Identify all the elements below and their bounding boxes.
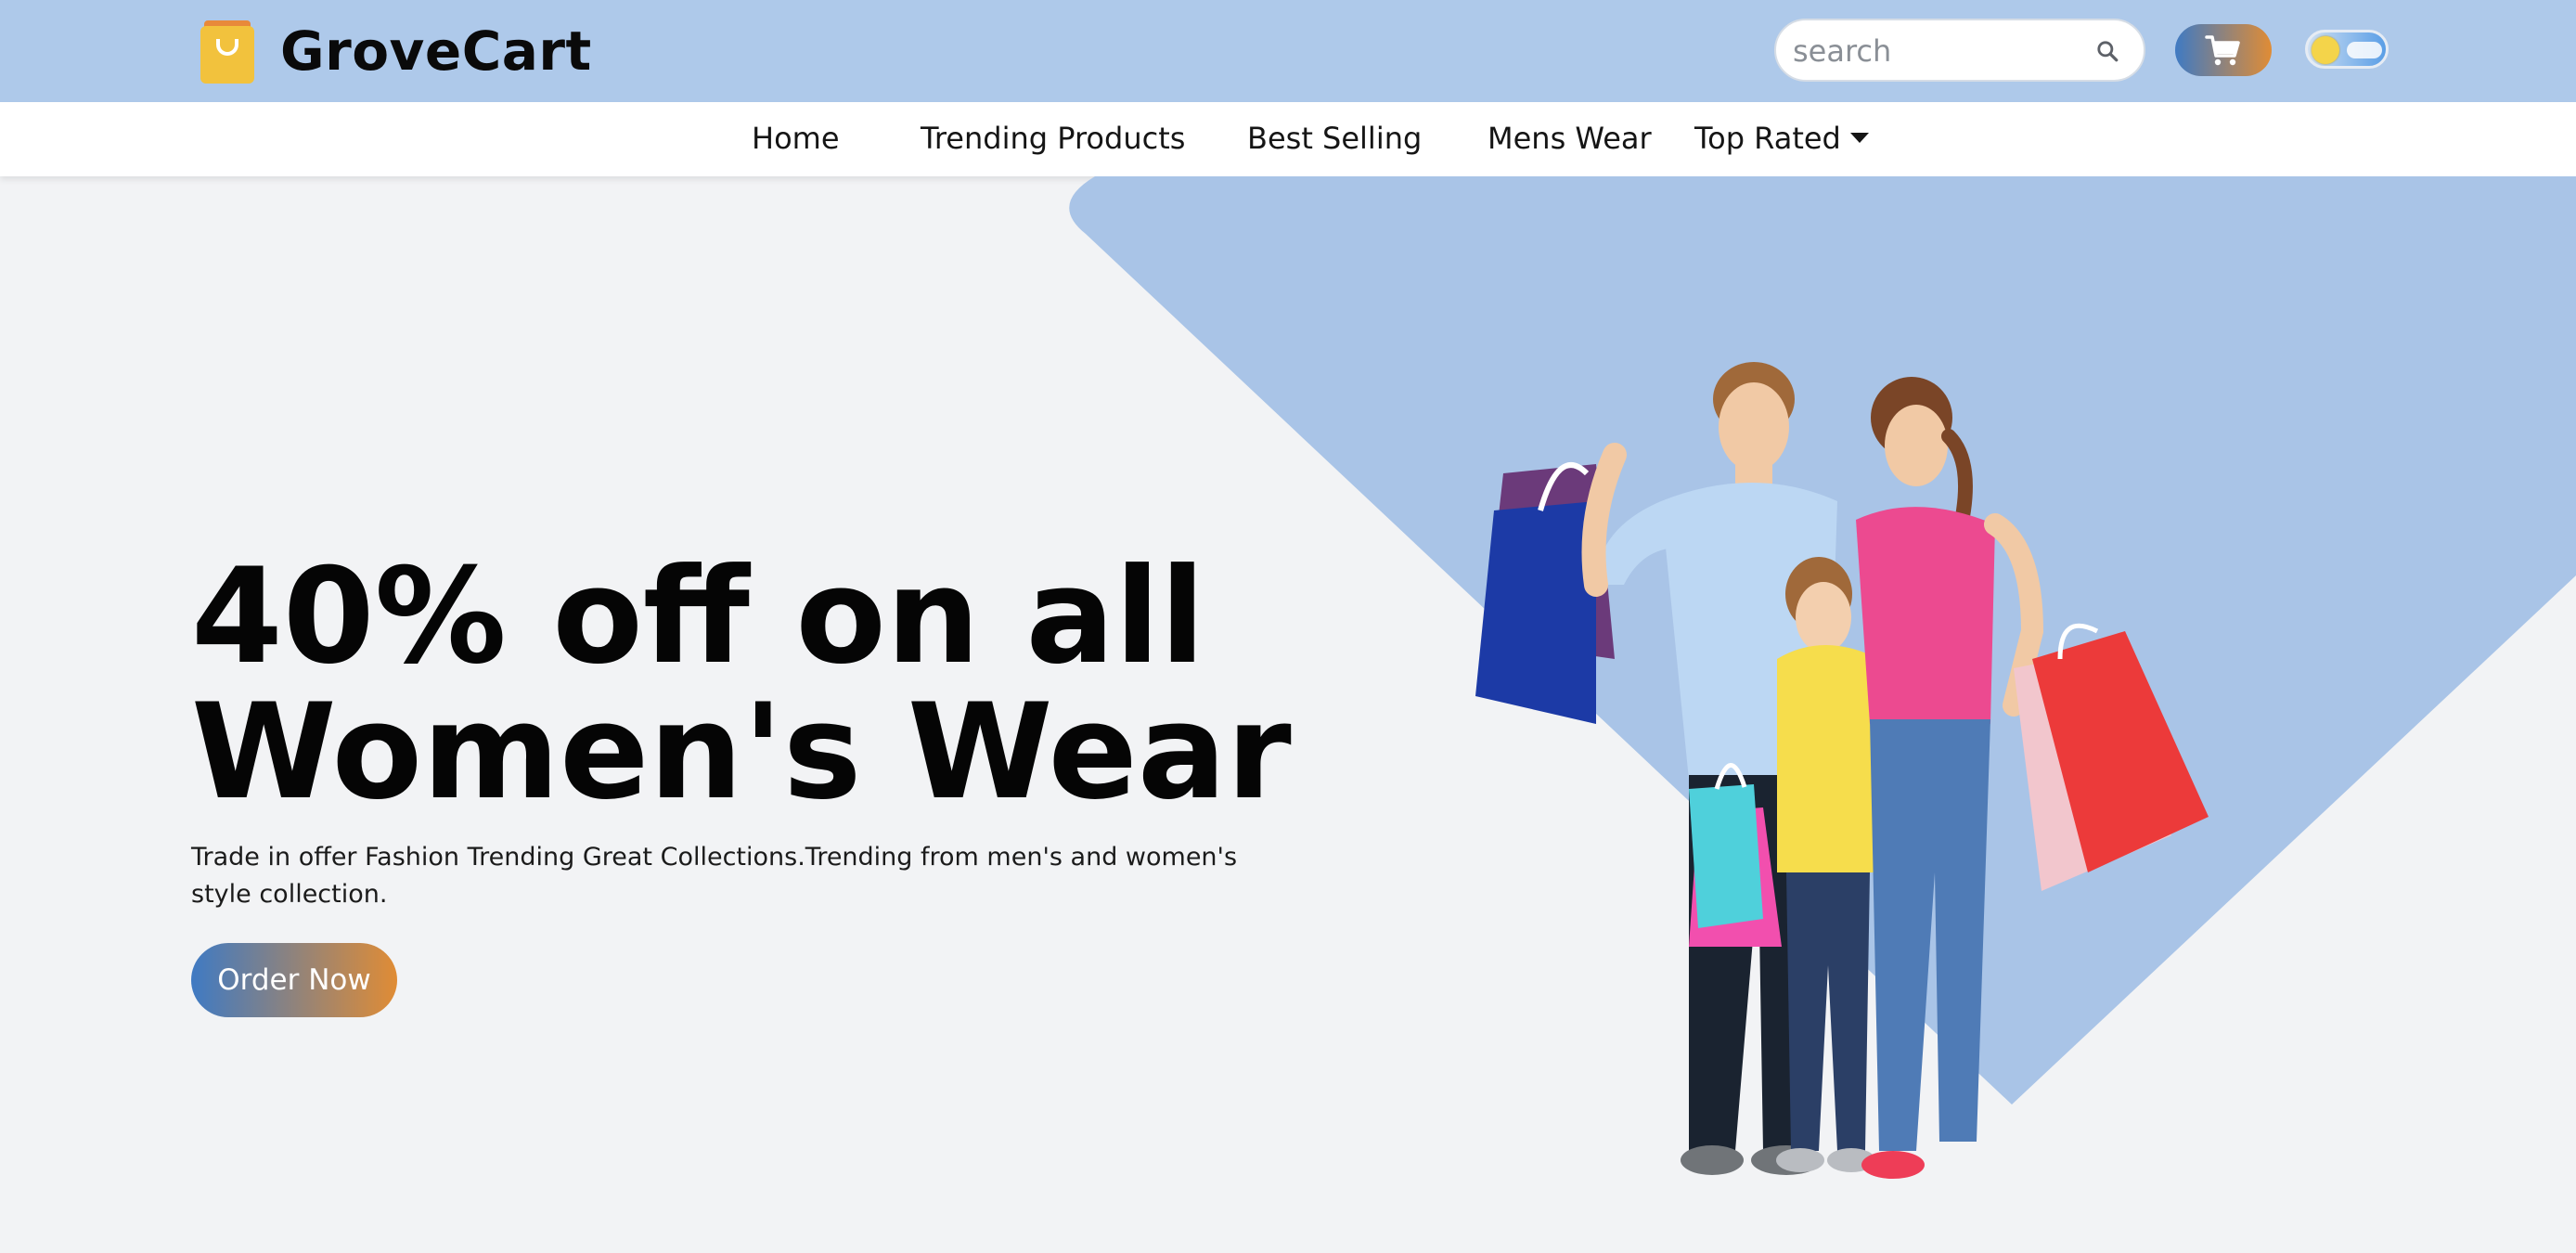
- nav-item-trending-products[interactable]: Trending Products: [921, 121, 1185, 156]
- family-with-shopping-bags-illustration: [1475, 362, 2209, 1179]
- brand-logo[interactable]: GroveCart: [200, 17, 592, 85]
- shopping-bag-icon: [200, 19, 254, 84]
- nav-item-mens-wear[interactable]: Mens Wear: [1488, 121, 1652, 156]
- search-icon[interactable]: [2095, 39, 2119, 63]
- hero-headline: 40% off on all Women's Wear: [191, 549, 1292, 820]
- nav-item-best-selling[interactable]: Best Selling: [1247, 121, 1422, 156]
- nav-item-top-rated-label: Top Rated: [1694, 121, 1841, 156]
- hero-headline-line1: 40% off on all: [191, 540, 1205, 693]
- sun-icon: [2312, 36, 2339, 64]
- search-input[interactable]: [1793, 32, 2080, 71]
- nav-item-top-rated[interactable]: Top Rated: [1694, 121, 1869, 156]
- top-header: GroveCart: [0, 0, 2576, 102]
- brand-name: GroveCart: [280, 19, 592, 83]
- cart-button[interactable]: [2175, 24, 2272, 76]
- search-bar: [1774, 19, 2145, 82]
- cloud-icon: [2347, 42, 2382, 58]
- theme-toggle[interactable]: [2305, 30, 2389, 69]
- hero-description: Trade in offer Fashion Trending Great Co…: [191, 843, 1238, 909]
- nav-item-home[interactable]: Home: [752, 121, 840, 156]
- hero-headline-line2: Women's Wear: [191, 676, 1292, 829]
- main-nav: Home Trending Products Best Selling Mens…: [0, 102, 2576, 176]
- order-now-button[interactable]: Order Now: [191, 943, 397, 1017]
- cart-icon: [2205, 35, 2240, 66]
- caret-down-icon: [1849, 132, 1869, 143]
